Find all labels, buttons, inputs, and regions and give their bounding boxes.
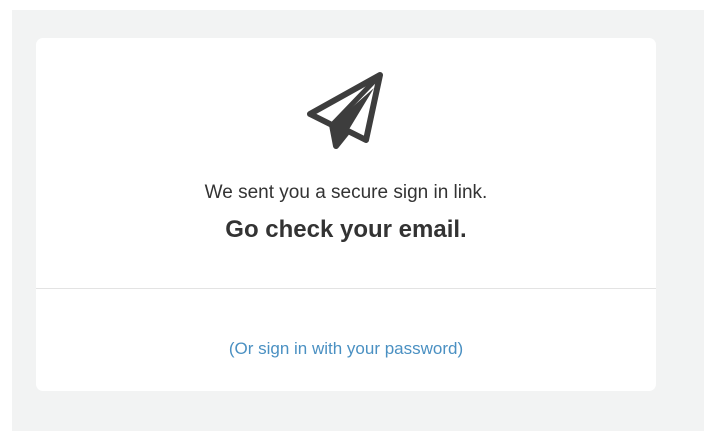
sign-in-with-password-link[interactable]: (Or sign in with your password) — [229, 339, 463, 358]
divider — [36, 288, 656, 289]
sent-message: We sent you a secure sign in link. — [204, 182, 488, 203]
paper-plane-icon — [304, 68, 388, 152]
alt-link-row: (Or sign in with your password) — [36, 338, 656, 360]
check-email-headline: Go check your email. — [225, 216, 467, 243]
card-message-section: We sent you a secure sign in link. Go ch… — [36, 38, 656, 278]
email-sent-card: We sent you a secure sign in link. Go ch… — [36, 38, 656, 391]
